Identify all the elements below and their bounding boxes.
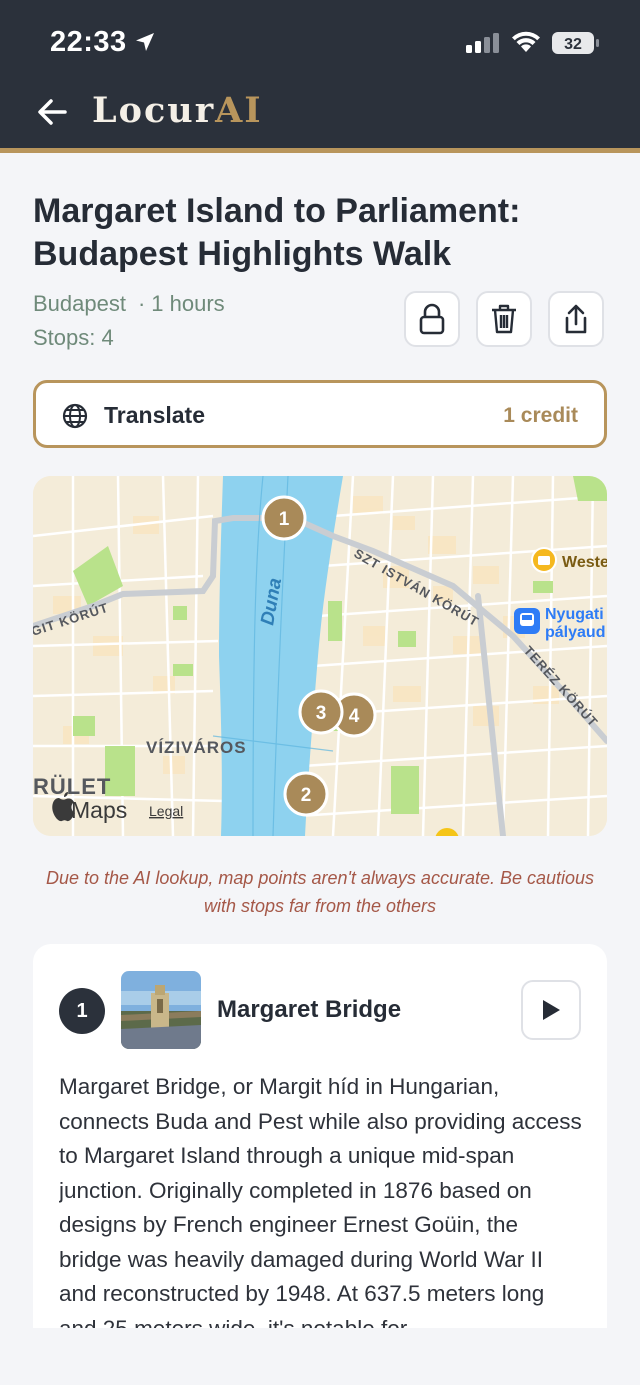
translate-label: Translate (104, 402, 205, 428)
lock-icon (419, 303, 445, 335)
app-logo: LocurAI (92, 90, 263, 131)
play-audio-button[interactable] (521, 980, 581, 1040)
district-label: VÍZIVÁROS (146, 738, 247, 757)
stop-description: Margaret Bridge, or Margit híd in Hungar… (59, 1074, 582, 1328)
back-arrow-icon[interactable] (34, 94, 70, 130)
map-accuracy-disclaimer: Due to the AI lookup, map points aren't … (45, 868, 595, 916)
meta-separator: · (137, 291, 146, 316)
translate-credit: 1 credit (503, 404, 578, 427)
translate-button[interactable]: Translate 1 credit (33, 380, 607, 448)
bottom-safe-area (0, 1328, 640, 1385)
delete-button[interactable] (476, 291, 532, 347)
status-time: 22:33 (50, 26, 127, 58)
trash-icon (492, 304, 516, 334)
tour-meta: Budapest · 1 hours Stops: 4 (33, 287, 225, 355)
app-header: 22:33 32 LocurAI (0, 0, 640, 148)
tour-duration: 1 hours (151, 291, 225, 316)
map-marker-2[interactable]: 2 (283, 771, 329, 817)
globe-icon (62, 403, 88, 429)
logo-accent: AI (215, 90, 263, 131)
map-marker-3[interactable]: 3 (298, 689, 344, 735)
battery-indicator: 32 (551, 31, 599, 60)
district-left-label: RÜLET (33, 774, 111, 799)
location-arrow-icon (136, 33, 154, 51)
map-legal-link[interactable]: Legal (149, 803, 183, 819)
poi-label: Weste (562, 554, 607, 571)
tour-city: Budapest (33, 291, 126, 316)
header-divider (0, 148, 640, 153)
station-label-line2: pályaud (545, 624, 605, 641)
stop-title: Margaret Bridge (217, 996, 402, 1023)
wifi-icon (512, 31, 540, 52)
lock-button[interactable] (404, 291, 460, 347)
tour-title: Margaret Island to Parliament: Budapest … (33, 192, 521, 273)
tour-stops: Stops: 4 (33, 325, 114, 350)
stop-number-badge: 1 (59, 988, 105, 1034)
tour-map[interactable]: Duna VÍZIVÁROS RÜLET GIT KÖRÚT SZT ISTVÁ… (33, 476, 607, 836)
station-label-line1: Nyugati (545, 606, 604, 623)
stop-card: 1 Margaret Bridge Margaret Bridge, or Ma… (33, 944, 607, 1385)
map-marker-1[interactable]: 1 (261, 495, 307, 541)
marker-label: 4 (349, 706, 360, 727)
maps-brand: Maps (71, 797, 127, 823)
marker-label: 3 (316, 703, 327, 724)
signal-icon (466, 33, 499, 53)
share-icon (565, 304, 587, 334)
play-icon (543, 1000, 560, 1020)
marker-label: 2 (301, 785, 312, 806)
share-button[interactable] (548, 291, 604, 347)
logo-main: Locur (92, 90, 216, 131)
marker-label: 1 (279, 509, 290, 530)
stop-thumbnail[interactable] (121, 971, 201, 1049)
battery-level: 32 (564, 36, 582, 53)
